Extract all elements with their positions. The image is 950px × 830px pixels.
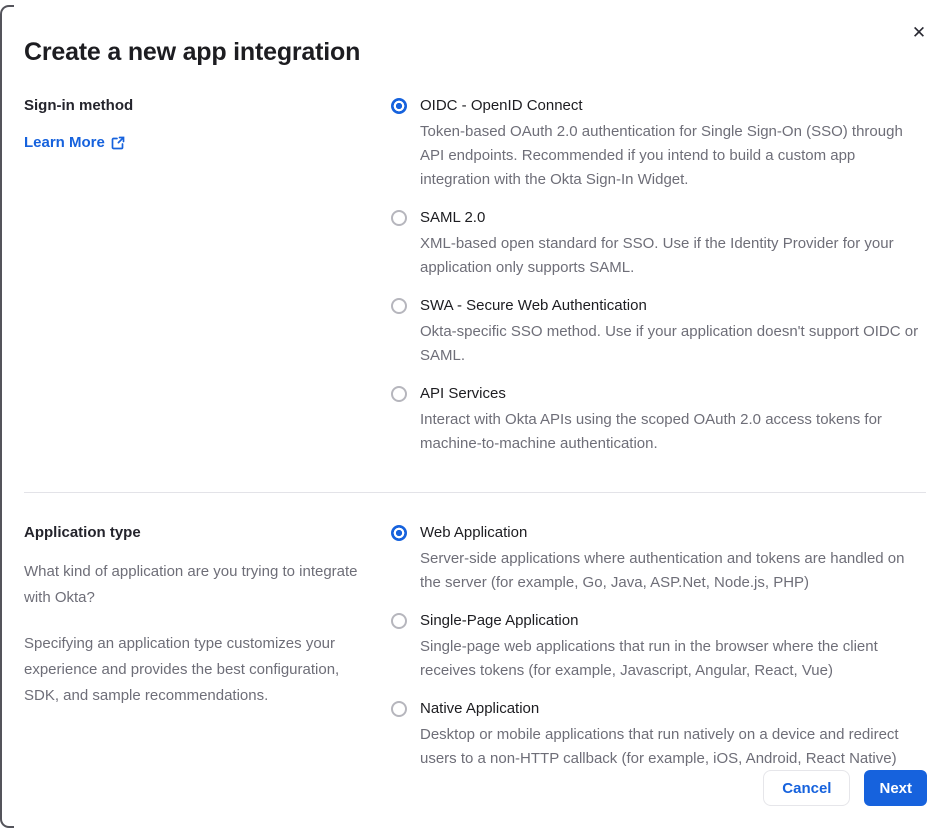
dialog-footer: Cancel Next — [763, 770, 927, 806]
radio-option-oidc[interactable]: OIDC - OpenID Connect Token-based OAuth … — [391, 96, 926, 192]
learn-more-link[interactable]: Learn More — [24, 134, 125, 151]
radio-option-label: Web Application — [420, 524, 528, 541]
radio-option-saml[interactable]: SAML 2.0 XML-based open standard for SSO… — [391, 208, 926, 280]
learn-more-label: Learn More — [24, 134, 105, 151]
radio-web-application[interactable] — [391, 525, 407, 541]
radio-option-description: Okta-specific SSO method. Use if your ap… — [420, 323, 919, 364]
radio-option-api-services[interactable]: API Services Interact with Okta APIs usi… — [391, 384, 926, 456]
radio-option-description: Single-page web applications that run in… — [420, 638, 878, 679]
radio-api-services[interactable] — [391, 386, 407, 402]
signin-method-section: Sign-in method Learn More OIDC - OpenID … — [24, 96, 926, 456]
radio-option-label: API Services — [420, 385, 506, 402]
external-link-icon — [111, 136, 125, 150]
radio-native-application[interactable] — [391, 701, 407, 717]
radio-option-label: SWA - Secure Web Authentication — [420, 297, 647, 314]
radio-option-description: Token-based OAuth 2.0 authentication for… — [420, 123, 903, 188]
radio-option-label: SAML 2.0 — [420, 209, 486, 226]
radio-option-swa[interactable]: SWA - Secure Web Authentication Okta-spe… — [391, 296, 926, 368]
radio-option-label: OIDC - OpenID Connect — [420, 97, 583, 114]
radio-single-page-application[interactable] — [391, 613, 407, 629]
page-title: Create a new app integration — [24, 38, 361, 66]
application-type-label: Application type — [24, 524, 141, 541]
application-type-left-column: Application type What kind of applicatio… — [24, 523, 369, 771]
radio-option-description: Desktop or mobile applications that run … — [420, 726, 899, 767]
radio-saml[interactable] — [391, 210, 407, 226]
radio-option-label: Single-Page Application — [420, 612, 579, 629]
close-button[interactable]: ✕ — [906, 20, 932, 46]
signin-method-left-column: Sign-in method Learn More — [24, 96, 369, 456]
radio-option-label: Native Application — [420, 700, 540, 717]
radio-oidc[interactable] — [391, 98, 407, 114]
radio-option-description: Server-side applications where authentic… — [420, 550, 905, 591]
cancel-button[interactable]: Cancel — [763, 770, 851, 806]
section-divider — [24, 492, 926, 493]
next-button[interactable]: Next — [864, 770, 927, 806]
application-type-help-text: Specifying an application type customize… — [24, 635, 340, 704]
signin-method-options: OIDC - OpenID Connect Token-based OAuth … — [391, 96, 926, 456]
radio-option-web-application[interactable]: Web Application Server-side applications… — [391, 523, 926, 595]
radio-swa[interactable] — [391, 298, 407, 314]
radio-option-single-page-application[interactable]: Single-Page Application Single-page web … — [391, 611, 926, 683]
application-type-section: Application type What kind of applicatio… — [24, 523, 926, 771]
radio-option-description: XML-based open standard for SSO. Use if … — [420, 235, 894, 276]
signin-method-label: Sign-in method — [24, 97, 134, 114]
application-type-options: Web Application Server-side applications… — [391, 523, 926, 771]
radio-option-native-application[interactable]: Native Application Desktop or mobile app… — [391, 699, 926, 771]
radio-option-description: Interact with Okta APIs using the scoped… — [420, 411, 882, 452]
application-type-question: What kind of application are you trying … — [24, 563, 358, 606]
create-app-integration-dialog: Create a new app integration ✕ Sign-in m… — [0, 0, 950, 830]
close-icon: ✕ — [911, 23, 927, 43]
